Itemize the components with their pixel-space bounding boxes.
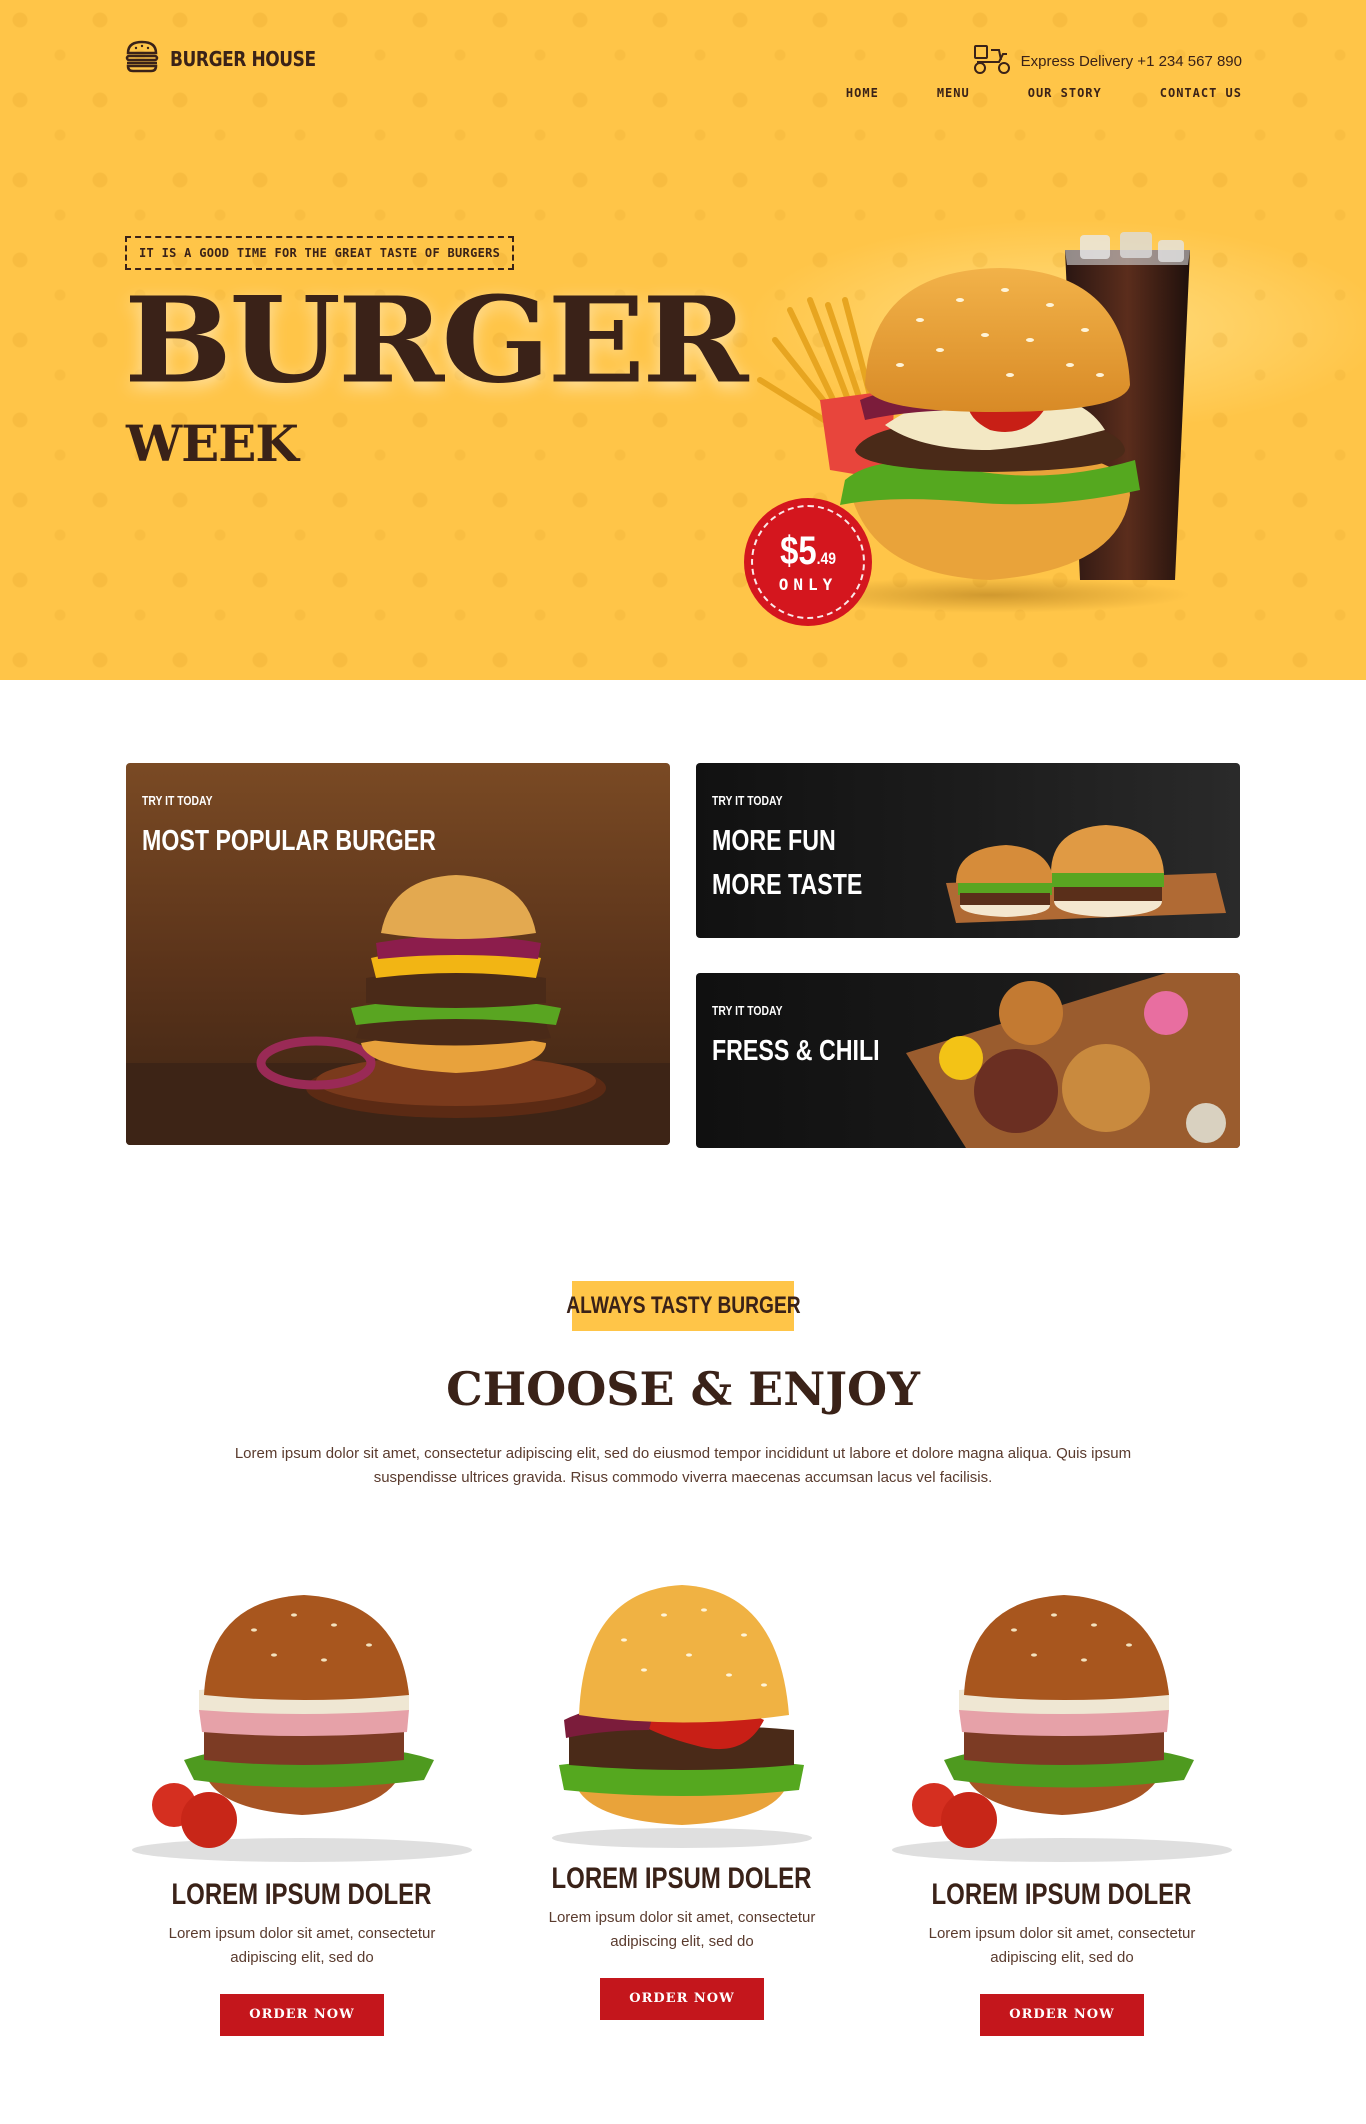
delivery-scooter-icon bbox=[971, 42, 1013, 80]
delivery-info: Express Delivery +1 234 567 890 bbox=[971, 42, 1242, 80]
order-now-button[interactable]: ORDER NOW bbox=[980, 1994, 1144, 2036]
nav-menu[interactable]: MENU bbox=[937, 86, 970, 100]
promo-title: MOST POPULAR BURGER bbox=[142, 825, 436, 857]
logo[interactable]: BURGER HOUSE bbox=[124, 38, 341, 79]
price-only-label: ONLY bbox=[778, 574, 838, 594]
promo-kicker: TRY IT TODAY bbox=[712, 793, 783, 808]
product-burger-image bbox=[132, 1595, 472, 1862]
hero-section: BURGER HOUSE Express Delivery +1 234 567… bbox=[0, 0, 1366, 680]
product-card: LOREM IPSUM DOLER Lorem ipsum dolor sit … bbox=[124, 1570, 480, 2036]
promo-title: MORE FUN MORE TASTE bbox=[712, 825, 863, 901]
product-description: Lorem ipsum dolor sit amet, consectetur … bbox=[548, 1909, 816, 1950]
hero-subhead: WEEK bbox=[126, 414, 299, 473]
product-name: LOREM IPSUM DOLER bbox=[171, 1878, 432, 1911]
price-value: $5.49 bbox=[780, 528, 836, 573]
burger-icon bbox=[124, 38, 160, 79]
product-name: LOREM IPSUM DOLER bbox=[551, 1862, 812, 1895]
hero-tagline: IT IS A GOOD TIME FOR THE GREAT TASTE OF… bbox=[125, 236, 515, 270]
promo-card-more-fun[interactable]: TRY IT TODAY MORE FUN MORE TASTE bbox=[696, 763, 1240, 938]
product-name: LOREM IPSUM DOLER bbox=[931, 1878, 1192, 1911]
nav-home[interactable]: HOME bbox=[846, 86, 879, 100]
price-badge: $5.49 ONLY bbox=[744, 498, 872, 626]
main-nav: HOME MENU OUR STORY CONTACT US bbox=[846, 86, 1242, 100]
product-description: Lorem ipsum dolor sit amet, consectetur … bbox=[928, 1925, 1196, 1966]
nav-our-story[interactable]: OUR STORY bbox=[1028, 86, 1102, 100]
promo-card-most-popular[interactable]: TRY IT TODAY MOST POPULAR BURGER bbox=[126, 763, 670, 1145]
hero-headline: BURGER bbox=[124, 271, 748, 410]
product-description: Lorem ipsum dolor sit amet, consectetur … bbox=[168, 1925, 436, 1966]
delivery-text: Express Delivery +1 234 567 890 bbox=[1020, 52, 1242, 70]
promo-kicker: TRY IT TODAY bbox=[712, 1003, 783, 1018]
section-description: Lorem ipsum dolor sit amet, consectetur … bbox=[234, 1445, 1132, 1486]
section-title: CHOOSE & ENJOY bbox=[446, 1362, 920, 1416]
nav-contact-us[interactable]: CONTACT US bbox=[1160, 86, 1242, 100]
product-burger-image bbox=[552, 1585, 812, 1848]
logo-text: BURGER HOUSE bbox=[170, 46, 316, 71]
promo-card-fress-chili[interactable]: TRY IT TODAY FRESS & CHILI bbox=[696, 973, 1240, 1148]
section-pill: ALWAYS TASTY BURGER bbox=[566, 1281, 800, 1331]
product-card: LOREM IPSUM DOLER Lorem ipsum dolor sit … bbox=[504, 1570, 860, 2020]
promo-kicker: TRY IT TODAY bbox=[142, 793, 213, 808]
order-now-button[interactable]: ORDER NOW bbox=[220, 1994, 384, 2036]
product-burger-image bbox=[892, 1595, 1232, 1862]
order-now-button[interactable]: ORDER NOW bbox=[600, 1978, 764, 2020]
promo-title: FRESS & CHILI bbox=[712, 1035, 880, 1067]
product-card: LOREM IPSUM DOLER Lorem ipsum dolor sit … bbox=[884, 1570, 1240, 2036]
